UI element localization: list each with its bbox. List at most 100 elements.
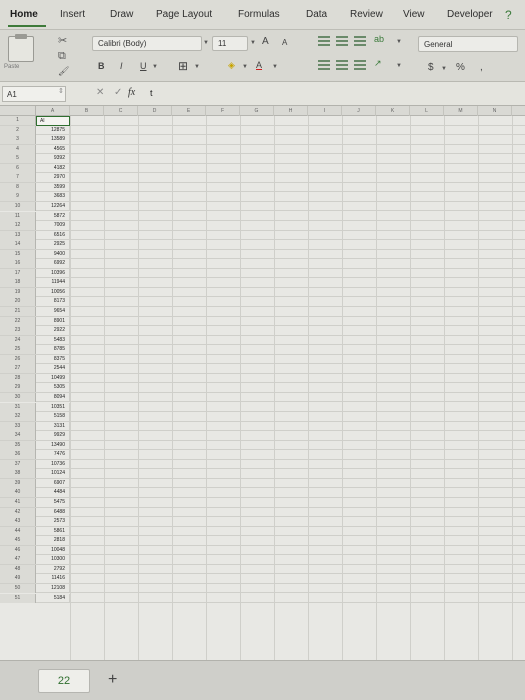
cell-a[interactable]: 3683 <box>36 192 70 202</box>
row-header[interactable]: 25 <box>0 345 36 355</box>
cell-a[interactable]: 13589 <box>36 135 70 145</box>
paste-icon[interactable] <box>8 34 34 62</box>
cell-a[interactable]: 3599 <box>36 182 70 192</box>
row-header[interactable]: 16 <box>0 259 36 269</box>
row-header[interactable]: 38 <box>0 469 36 479</box>
row-header[interactable]: 32 <box>0 412 36 422</box>
cell-a[interactable]: 9654 <box>36 307 70 316</box>
sheet-tab[interactable]: 22 <box>38 669 90 693</box>
cell-a[interactable]: 3131 <box>36 421 70 431</box>
row-header[interactable]: 46 <box>0 545 36 555</box>
cell-a[interactable]: 2544 <box>36 364 70 374</box>
shrink-font-button[interactable]: A <box>282 38 287 47</box>
column-header[interactable]: E <box>172 106 206 116</box>
tab-review[interactable]: Review <box>350 9 383 20</box>
row-header[interactable]: 26 <box>0 354 36 364</box>
cut-icon[interactable]: ✂ <box>58 34 67 47</box>
row-header[interactable]: 34 <box>0 431 36 441</box>
row-header[interactable]: 4 <box>0 144 36 154</box>
row-header[interactable]: 45 <box>0 536 36 546</box>
underline-button[interactable]: U <box>140 61 147 71</box>
row-header[interactable]: 50 <box>0 583 36 593</box>
row-header[interactable]: 5 <box>0 154 36 164</box>
chevron-down-icon[interactable]: ▼ <box>203 40 209 46</box>
name-box-arrow-icon[interactable]: ⇕ <box>58 87 64 95</box>
borders-icon[interactable]: ⊞ <box>178 59 188 73</box>
number-format-select[interactable]: General <box>418 36 518 52</box>
row-header[interactable]: 40 <box>0 488 36 498</box>
cell-a[interactable]: 7476 <box>36 450 70 460</box>
cell-a[interactable]: 6488 <box>36 507 70 517</box>
chevron-down-icon[interactable]: ▼ <box>272 64 278 70</box>
cell-a[interactable]: 10351 <box>36 402 70 412</box>
tab-draw[interactable]: Draw <box>110 9 133 20</box>
cell-a[interactable]: 2970 <box>36 173 70 183</box>
tab-home[interactable]: Home <box>10 9 38 20</box>
row-header[interactable]: 19 <box>0 287 36 297</box>
tab-insert[interactable]: Insert <box>60 9 85 20</box>
row-header[interactable]: 35 <box>0 440 36 450</box>
cell-a[interactable]: 5861 <box>36 526 70 536</box>
row-header[interactable]: 9 <box>0 192 36 202</box>
cell-a[interactable]: 8375 <box>36 354 70 364</box>
column-header[interactable]: N <box>478 106 512 116</box>
row-header[interactable]: 1 <box>0 116 36 125</box>
cell-a[interactable]: 10396 <box>36 268 70 278</box>
cell-a[interactable]: 5158 <box>36 412 70 422</box>
cell-a[interactable]: 9392 <box>36 154 70 164</box>
cell-a[interactable]: 10124 <box>36 469 70 479</box>
row-header[interactable]: 27 <box>0 364 36 374</box>
cell-a[interactable]: 12875 <box>36 125 70 135</box>
cell-a[interactable]: 13490 <box>36 440 70 450</box>
align-top-icon[interactable] <box>318 36 330 46</box>
bold-button[interactable]: B <box>98 61 105 71</box>
cell-a[interactable]: 2925 <box>36 240 70 250</box>
cell-a[interactable]: 2818 <box>36 536 70 546</box>
column-header[interactable]: J <box>342 106 376 116</box>
name-box[interactable]: A1 <box>2 86 66 102</box>
row-header[interactable]: 18 <box>0 278 36 288</box>
row-header[interactable]: 6 <box>0 163 36 173</box>
cell-a[interactable]: 10056 <box>36 287 70 297</box>
column-header[interactable]: L <box>410 106 444 116</box>
help-icon[interactable]: ? <box>505 8 519 22</box>
column-header[interactable]: H <box>274 106 308 116</box>
chevron-down-icon[interactable]: ▼ <box>250 40 256 46</box>
row-header[interactable]: 12 <box>0 221 36 231</box>
align-center-icon[interactable] <box>336 60 348 70</box>
column-header[interactable]: C <box>104 106 138 116</box>
font-color-icon[interactable]: A <box>256 60 262 70</box>
tab-page-layout[interactable]: Page Layout <box>156 9 212 20</box>
chevron-down-icon[interactable]: ▼ <box>152 64 158 70</box>
column-header[interactable]: D <box>138 106 172 116</box>
cell-a[interactable]: 10048 <box>36 545 70 555</box>
cell-a[interactable]: 5872 <box>36 211 70 221</box>
cell-a[interactable]: 5483 <box>36 335 70 345</box>
row-header[interactable]: 28 <box>0 373 36 383</box>
row-header[interactable]: 51 <box>0 593 36 603</box>
row-header[interactable]: 10 <box>0 201 36 211</box>
row-header[interactable]: 33 <box>0 421 36 431</box>
cell-a[interactable]: 8094 <box>36 392 70 402</box>
row-header[interactable]: 15 <box>0 249 36 259</box>
row-header[interactable]: 48 <box>0 564 36 574</box>
orientation-icon[interactable]: ↗ <box>374 58 382 69</box>
cell-a[interactable]: 12108 <box>36 583 70 593</box>
row-header[interactable]: 44 <box>0 526 36 536</box>
chevron-down-icon[interactable]: ▼ <box>242 64 248 70</box>
row-header[interactable]: 2 <box>0 125 36 135</box>
format-painter-icon[interactable]: 🖌 <box>58 66 69 77</box>
cell-a[interactable]: 4484 <box>36 488 70 498</box>
column-header[interactable]: O <box>512 106 525 116</box>
row-header[interactable]: 11 <box>0 211 36 221</box>
copy-icon[interactable]: ⧉ <box>58 50 66 63</box>
row-header[interactable]: 14 <box>0 240 36 250</box>
currency-button[interactable]: $ <box>428 62 434 73</box>
column-header[interactable]: F <box>206 106 240 116</box>
cell-a[interactable]: 6992 <box>36 259 70 269</box>
cell-a[interactable]: 9929 <box>36 431 70 441</box>
cell-a[interactable]: 2922 <box>36 326 70 336</box>
wrap-text-icon[interactable]: ab <box>374 34 384 44</box>
align-middle-icon[interactable] <box>336 36 348 46</box>
row-header[interactable]: 29 <box>0 383 36 393</box>
